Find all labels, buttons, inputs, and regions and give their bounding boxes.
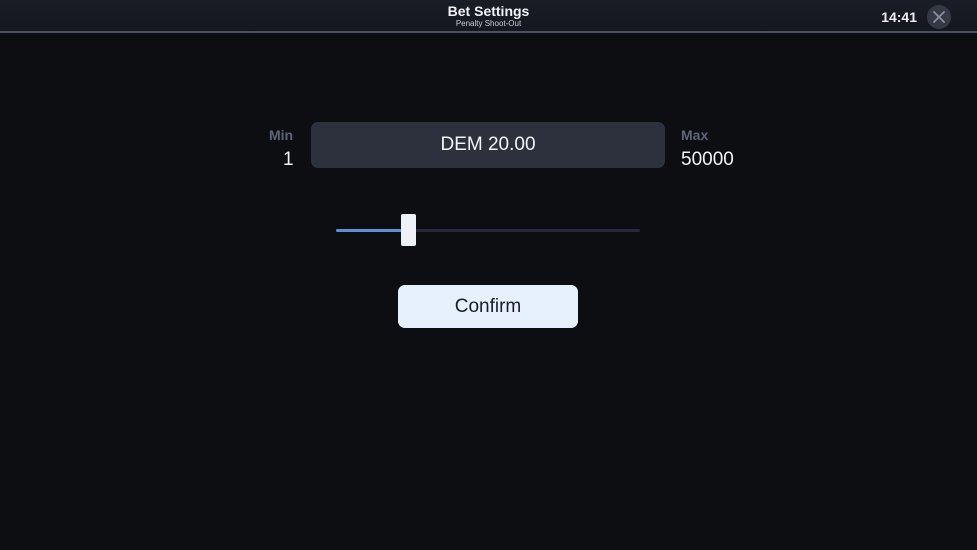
header-bar: Bet Settings Penalty Shoot-Out 14:41 <box>0 0 977 33</box>
min-label: Min <box>269 127 294 143</box>
clock: 14:41 <box>881 9 917 25</box>
slider-thumb[interactable] <box>401 214 416 246</box>
min-value: 1 <box>283 149 294 170</box>
confirm-button[interactable]: Confirm <box>398 285 578 328</box>
header-titles: Bet Settings Penalty Shoot-Out <box>0 3 977 28</box>
close-button[interactable] <box>927 5 951 29</box>
max-value: 50000 <box>681 149 734 170</box>
page-subtitle: Penalty Shoot-Out <box>455 19 522 28</box>
bet-slider[interactable] <box>336 214 640 246</box>
bet-amount-display[interactable]: DEM 20.00 <box>311 122 665 168</box>
bet-amount-value: DEM 20.00 <box>440 134 536 155</box>
slider-fill <box>336 229 409 232</box>
max-label: Max <box>681 127 709 143</box>
close-icon <box>933 11 945 23</box>
bet-settings-screen: Bet Settings Penalty Shoot-Out 14:41 Min… <box>0 0 977 550</box>
page-title: Bet Settings <box>447 3 530 19</box>
